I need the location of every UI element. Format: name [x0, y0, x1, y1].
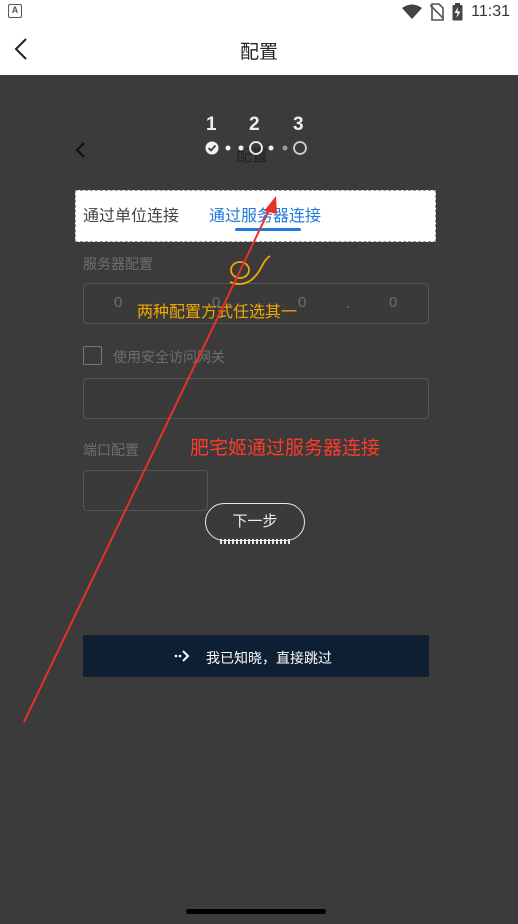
ip-segment-3[interactable]: 0 — [298, 294, 306, 311]
status-bar: A 11:31 — [0, 0, 518, 24]
tab-server-connection[interactable]: 通过服务器连接 — [209, 202, 321, 226]
gateway-input[interactable] — [83, 378, 429, 419]
step-1-check-icon — [205, 141, 219, 155]
annotation-drawings — [23, 196, 277, 723]
step-3-circle — [293, 141, 307, 155]
annotation-server-connection: 肥宅姬通过服务器连接 — [190, 437, 381, 459]
next-step-label: 下一步 — [232, 512, 278, 530]
annotation-choose-one: 两种配置方式任选其一 — [137, 302, 298, 321]
app-header: 配置 — [0, 24, 518, 75]
secure-gateway-label: 使用安全访问网关 — [113, 350, 225, 366]
no-sim-icon — [430, 3, 445, 21]
skip-label: 我已知晓，直接跳过 — [206, 651, 332, 667]
server-config-label: 服务器配置 — [83, 257, 153, 273]
secure-gateway-checkbox[interactable] — [83, 346, 102, 365]
button-shadow-stripe — [220, 539, 290, 544]
port-input[interactable] — [83, 470, 208, 511]
battery-charging-icon — [452, 3, 463, 21]
next-step-button[interactable]: 下一步 — [205, 503, 305, 544]
ip-segment-4[interactable]: 0 — [389, 294, 397, 311]
arrow-right-icon — [174, 650, 190, 662]
chevron-left-icon — [75, 142, 85, 158]
status-icons: 11:31 — [402, 2, 510, 22]
page-title: 配置 — [239, 41, 278, 63]
step-connector-dot — [225, 145, 231, 151]
active-tab-indicator — [235, 228, 301, 231]
skip-button[interactable]: 我已知晓，直接跳过 — [83, 635, 429, 677]
step-connector-dot — [268, 145, 274, 151]
step-connector-dot — [282, 145, 288, 151]
step-2-label: 2 — [249, 114, 260, 135]
step-1-label: 1 — [206, 114, 217, 135]
ip-separator: . — [346, 294, 351, 312]
app-notification-icon: A — [8, 4, 22, 18]
step-3-label: 3 — [293, 114, 304, 135]
connection-tabs: 通过单位连接 通过服务器连接 — [75, 190, 436, 242]
inner-back-button[interactable] — [72, 140, 90, 160]
wifi-icon — [402, 4, 423, 19]
inner-page-title: 配置 — [236, 146, 269, 165]
step-progress — [205, 141, 307, 155]
yellow-swirl-doodle — [229, 255, 271, 285]
clock: 11:31 — [471, 3, 510, 20]
ip-segment-1[interactable]: 0 — [114, 294, 122, 311]
home-indicator[interactable] — [186, 909, 326, 914]
tab-unit-connection[interactable]: 通过单位连接 — [83, 202, 179, 226]
port-config-label: 端口配置 — [83, 443, 139, 459]
